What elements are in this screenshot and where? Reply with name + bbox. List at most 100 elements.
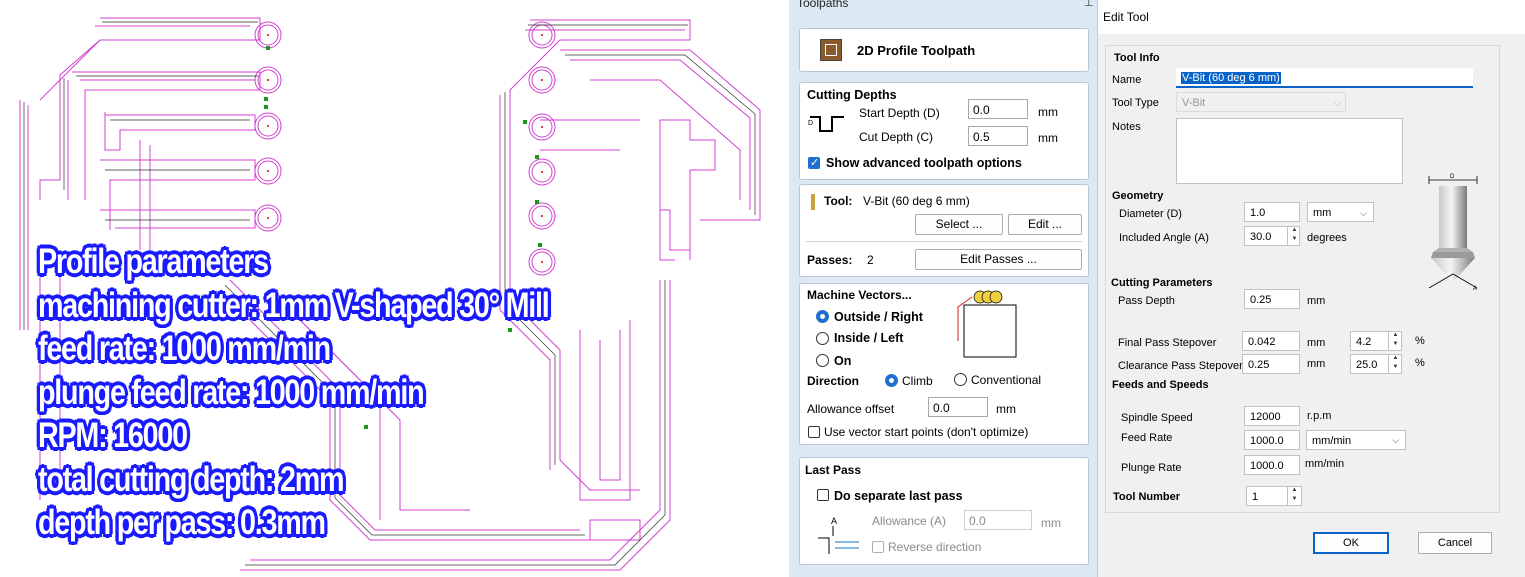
outside-right-label: Outside / Right [834, 310, 923, 324]
overlay-line: machining cutter: 1mm V-shaped 30° Mill [38, 285, 550, 325]
clearance-stepover-input[interactable]: 0.25 [1242, 354, 1300, 374]
start-depth-unit: mm [1038, 105, 1058, 119]
plunge-rate-unit: mm/min [1305, 458, 1345, 470]
direction-label: Direction [807, 374, 860, 388]
final-stepover-input[interactable]: 0.042 [1242, 331, 1300, 351]
tool-group: Tool: V-Bit (60 deg 6 mm) Select ... Edi… [799, 184, 1089, 277]
on-label: On [834, 354, 852, 368]
tool-name-input[interactable]: V-Bit (60 deg 6 mm) [1176, 68, 1473, 88]
tool-type-select[interactable]: V-Bit [1176, 92, 1346, 112]
start-depth-label: Start Depth (D) [859, 106, 940, 120]
select-tool-button[interactable]: Select ... [915, 214, 1003, 235]
notes-textarea[interactable] [1176, 118, 1403, 184]
chevron-down-icon: ⌵ [1334, 98, 1341, 108]
profile-parameters-overlay: Profile parameters machining cutter: 1mm… [38, 240, 661, 545]
diagram-d-label: D [1450, 174, 1455, 180]
feed-rate-input[interactable]: 1000.0 [1244, 430, 1300, 450]
climb-radio[interactable] [885, 374, 898, 387]
geometry-heading: Geometry [1112, 190, 1164, 202]
depth-diagram-icon: D [808, 113, 848, 137]
feed-rate-unit-select[interactable]: mm/min [1306, 430, 1406, 450]
final-stepover-stepper[interactable]: ▲ ▼ [1388, 331, 1402, 351]
pass-depth-unit: mm [1307, 295, 1326, 307]
start-depth-input[interactable]: 0.0 [968, 99, 1028, 119]
tool-name-value: V-Bit (60 deg 6 mm) [1181, 72, 1281, 84]
edit-passes-button[interactable]: Edit Passes ... [915, 249, 1082, 270]
on-radio[interactable] [816, 354, 829, 367]
final-stepover-percent-unit: % [1415, 335, 1425, 347]
tool-info-heading: Tool Info [1114, 52, 1160, 64]
spindle-speed-input[interactable]: 12000 [1244, 406, 1300, 426]
cutting-depths-group: Cutting Depths D Start Depth (D) 0.0 mm … [799, 82, 1089, 180]
vector-start-checkbox[interactable] [808, 426, 820, 438]
final-stepover-unit: mm [1307, 337, 1326, 349]
diameter-input[interactable]: 1.0 [1244, 202, 1300, 222]
panel-title: Toolpaths [797, 0, 849, 10]
overlay-line: total cutting depth: 2mm [38, 459, 345, 499]
overlay-line: Profile parameters [38, 242, 269, 281]
dialog-titlebar[interactable]: Edit Tool [1098, 0, 1525, 34]
pin-icon[interactable]: ⊥ [1084, 0, 1094, 9]
spindle-speed-label: Spindle Speed [1121, 412, 1193, 424]
clearance-stepover-label: Clearance Pass Stepover [1118, 360, 1243, 372]
profile-toolpath-icon [820, 39, 842, 61]
notes-label: Notes [1112, 121, 1141, 133]
included-angle-label: Included Angle (A) [1119, 232, 1209, 244]
reverse-direction-checkbox[interactable] [872, 541, 884, 553]
angle-stepper[interactable]: ▲ ▼ [1287, 226, 1301, 246]
separate-last-pass-checkbox[interactable] [817, 489, 829, 501]
tool-value: V-Bit (60 deg 6 mm) [863, 194, 970, 208]
plunge-rate-input[interactable]: 1000.0 [1244, 455, 1300, 475]
clearance-stepover-unit: mm [1307, 358, 1326, 370]
clearance-stepover-stepper[interactable]: ▲ ▼ [1388, 354, 1402, 374]
machine-vectors-group: Machine Vectors... Outside / Right Insid… [799, 283, 1089, 445]
vector-direction-diagram [952, 289, 1032, 359]
last-pass-allowance-unit: mm [1041, 516, 1061, 530]
feed-rate-label: Feed Rate [1121, 432, 1173, 444]
tool-number-label: Tool Number [1113, 491, 1181, 503]
tool-number-stepper[interactable]: ▲ ▼ [1287, 486, 1301, 506]
chevron-down-icon: ⌵ [1392, 435, 1399, 445]
inside-left-radio[interactable] [816, 332, 829, 345]
chevron-down-icon: ⌵ [1360, 208, 1367, 218]
ok-button[interactable]: OK [1313, 532, 1389, 554]
overlay-line: depth per pass: 0.3mm [38, 503, 326, 542]
climb-label: Climb [902, 374, 933, 388]
outside-right-radio[interactable] [816, 310, 829, 323]
cancel-button[interactable]: Cancel [1418, 532, 1492, 554]
diagram-a-label: A [1473, 286, 1477, 292]
pass-depth-input[interactable]: 0.25 [1244, 289, 1300, 309]
passes-value: 2 [867, 253, 874, 267]
cutting-parameters-heading: Cutting Parameters [1111, 277, 1213, 289]
v-bit-diagram: D A [1423, 170, 1483, 310]
advanced-options-checkbox[interactable] [808, 156, 820, 169]
diameter-label: Diameter (D) [1119, 208, 1182, 220]
toolpaths-panel: Toolpaths ⊥ 2D Profile Toolpath Cutting … [789, 0, 1097, 577]
separate-last-pass-label: Do separate last pass [834, 489, 963, 503]
last-pass-allowance-input[interactable]: 0.0 [964, 510, 1032, 530]
allowance-offset-input[interactable]: 0.0 [928, 397, 988, 417]
tool-type-label: Tool Type [1112, 97, 1159, 109]
cut-depth-unit: mm [1038, 131, 1058, 145]
reverse-direction-label: Reverse direction [888, 540, 982, 554]
overlay-line: plunge feed rate: 1000 mm/min [38, 372, 425, 412]
passes-label: Passes: [807, 253, 853, 267]
dialog-title: Edit Tool [1103, 10, 1149, 24]
cut-depth-label: Cut Depth (C) [859, 130, 934, 144]
final-stepover-label: Final Pass Stepover [1118, 337, 1217, 349]
conventional-label: Conventional [971, 373, 1042, 387]
plunge-rate-label: Plunge Rate [1121, 462, 1182, 474]
overlay-line: feed rate: 1000 mm/min [38, 329, 331, 368]
clearance-stepover-percent-unit: % [1415, 357, 1425, 369]
feeds-speeds-heading: Feeds and Speeds [1112, 379, 1209, 391]
last-pass-allowance-label: Allowance (A) [872, 514, 947, 528]
cut-depth-input[interactable]: 0.5 [968, 126, 1028, 146]
toolpath-canvas[interactable]: Profile parameters machining cutter: 1mm… [0, 0, 785, 577]
allowance-offset-unit: mm [996, 402, 1016, 416]
conventional-radio[interactable] [954, 373, 967, 386]
included-angle-unit: degrees [1307, 232, 1347, 244]
edit-tool-dialog: Edit Tool Tool Info Name V-Bit (60 deg 6… [1097, 0, 1525, 577]
edit-tool-button[interactable]: Edit ... [1008, 214, 1082, 235]
pass-depth-label: Pass Depth [1118, 295, 1175, 307]
last-pass-heading: Last Pass [805, 463, 862, 477]
